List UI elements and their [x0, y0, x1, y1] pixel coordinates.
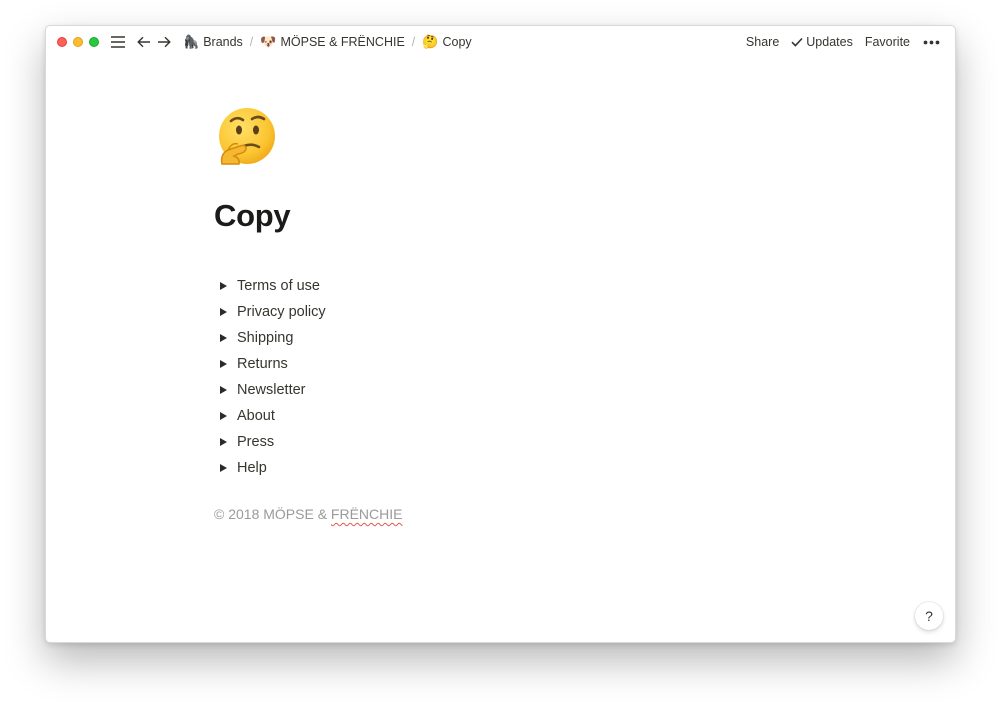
toggle-triangle-icon[interactable] — [220, 386, 227, 394]
close-window-button[interactable] — [57, 37, 67, 47]
toggle-item[interactable]: Returns — [214, 351, 774, 377]
breadcrumb-item-copy[interactable]: 🤔 Copy — [420, 32, 473, 52]
toggle-item[interactable]: Privacy policy — [214, 299, 774, 325]
page-title[interactable]: Copy — [214, 197, 774, 235]
toggle-triangle-icon[interactable] — [220, 438, 227, 446]
thinking-face-icon[interactable] — [214, 106, 278, 170]
copyright-brand: FRËNCHIE — [330, 506, 403, 522]
breadcrumb-label: Brands — [203, 35, 243, 49]
toggle-item[interactable]: Help — [214, 455, 774, 481]
gorilla-icon: 🦍 — [183, 34, 200, 49]
app-window: 🦍 Brands / 🐶 MÖPSE & FRËNCHIE / 🤔 Copy S… — [45, 25, 956, 643]
zoom-window-button[interactable] — [89, 37, 99, 47]
toggle-label: Terms of use — [237, 278, 320, 294]
breadcrumb-label: MÖPSE & FRËNCHIE — [280, 35, 405, 49]
breadcrumb-separator: / — [249, 35, 254, 49]
minimize-window-button[interactable] — [73, 37, 83, 47]
toggle-item[interactable]: Press — [214, 429, 774, 455]
toggle-triangle-icon[interactable] — [220, 282, 227, 290]
more-options-icon[interactable] — [920, 38, 943, 47]
toggle-label: Newsletter — [237, 382, 306, 398]
breadcrumb: 🦍 Brands / 🐶 MÖPSE & FRËNCHIE / 🤔 Copy — [181, 32, 474, 52]
breadcrumb-separator: / — [411, 35, 416, 49]
breadcrumb-item-brands[interactable]: 🦍 Brands — [181, 32, 245, 52]
breadcrumb-item-mopse-frenchie[interactable]: 🐶 MÖPSE & FRËNCHIE — [258, 32, 407, 52]
forward-arrow-icon[interactable] — [155, 33, 173, 51]
topbar-actions: Share Updates Favorite — [740, 33, 943, 51]
toggle-triangle-icon[interactable] — [220, 360, 227, 368]
help-button[interactable]: ? — [915, 602, 943, 630]
updates-label: Updates — [806, 35, 853, 49]
window-controls — [57, 37, 105, 47]
updates-button[interactable]: Updates — [785, 33, 859, 51]
toggle-item[interactable]: About — [214, 403, 774, 429]
toggle-label: Returns — [237, 356, 288, 372]
toggle-label: About — [237, 408, 275, 424]
toggle-item[interactable]: Shipping — [214, 325, 774, 351]
toggle-label: Shipping — [237, 330, 294, 346]
dog-face-icon: 🐶 — [260, 34, 277, 49]
page-content: Copy Terms of use Privacy policy Shippin… — [214, 106, 774, 522]
copyright-text[interactable]: © 2018 MÖPSE & FRËNCHIE — [214, 506, 774, 522]
toggle-label: Press — [237, 434, 275, 450]
toggle-item[interactable]: Newsletter — [214, 377, 774, 403]
copyright-prefix: © 2018 MÖPSE & — [214, 506, 331, 522]
share-button[interactable]: Share — [740, 33, 785, 51]
toggle-list: Terms of use Privacy policy Shipping Ret… — [214, 273, 774, 481]
thinking-face-icon: 🤔 — [422, 34, 439, 49]
breadcrumb-label: Copy — [442, 35, 472, 49]
toggle-label: Privacy policy — [237, 304, 326, 320]
toggle-triangle-icon[interactable] — [220, 308, 227, 316]
titlebar: 🦍 Brands / 🐶 MÖPSE & FRËNCHIE / 🤔 Copy S… — [46, 26, 955, 58]
toggle-label: Help — [237, 460, 267, 476]
toggle-triangle-icon[interactable] — [220, 464, 227, 472]
toggle-item[interactable]: Terms of use — [214, 273, 774, 299]
checkmark-icon — [791, 37, 803, 47]
toggle-triangle-icon[interactable] — [220, 412, 227, 420]
back-arrow-icon[interactable] — [135, 33, 153, 51]
favorite-button[interactable]: Favorite — [859, 33, 916, 51]
toggle-triangle-icon[interactable] — [220, 334, 227, 342]
sidebar-menu-icon[interactable] — [109, 33, 127, 51]
